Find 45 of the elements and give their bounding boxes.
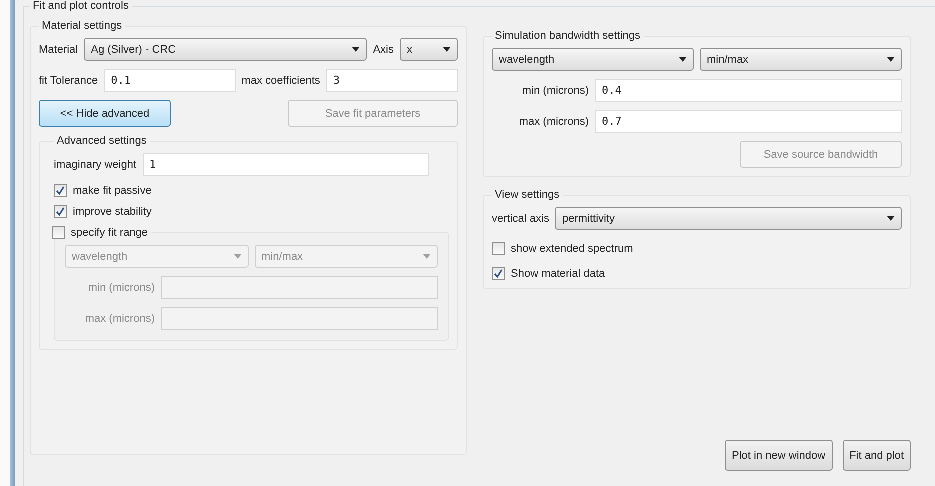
button[interactable]: Plot in new window (725, 440, 833, 471)
panel-title: Fit and plot controls (32, 0, 130, 12)
caret-icon (887, 216, 895, 221)
field-label: max (microns) (84, 312, 155, 324)
group-title: Simulation bandwidth settings (494, 30, 642, 42)
caret-icon (679, 57, 687, 62)
checkbox-label: specify fit range (71, 226, 148, 238)
checkbox[interactable] (492, 242, 505, 255)
dropdown[interactable]: wavelength (492, 48, 694, 71)
group-title: Material settings (41, 20, 124, 32)
dropdown[interactable]: x (400, 38, 458, 61)
group-title: Advanced settings (56, 135, 148, 147)
group-title: View settings (494, 189, 561, 201)
input-field[interactable]: 1 (142, 153, 429, 176)
button[interactable]: << Hide advanced (39, 100, 171, 127)
checkbox-label: make fit passive (73, 184, 152, 196)
button[interactable]: Fit and plot (842, 440, 911, 471)
field-label: max (microns) (518, 116, 589, 128)
field-label: max coefficients (242, 74, 320, 86)
checkbox-label: improve stability (73, 206, 152, 218)
caret-icon (234, 254, 242, 259)
input-field[interactable]: 0.7 (595, 110, 902, 133)
caret-icon (352, 47, 360, 52)
input-field[interactable]: 3 (326, 69, 458, 92)
field-label: vertical axis (492, 212, 550, 224)
input-field[interactable]: 0.1 (104, 69, 236, 92)
field-label: fit Tolerance (39, 74, 98, 86)
caret-icon (443, 47, 451, 52)
checkbox[interactable] (54, 184, 67, 197)
caret-icon (423, 254, 431, 259)
checkbox-label: show extended spectrum (511, 242, 634, 254)
dropdown[interactable]: min/max (700, 48, 902, 71)
caret-icon (887, 57, 895, 62)
checkbox[interactable] (54, 205, 67, 218)
checkbox[interactable] (492, 267, 505, 280)
field-label: Material (39, 44, 78, 56)
field-label: min (microns) (521, 84, 589, 96)
field-label: Axis (373, 44, 394, 56)
input-field[interactable] (161, 307, 438, 330)
field-label: imaginary weight (54, 158, 137, 170)
input-field[interactable]: 0.4 (595, 79, 902, 102)
checkbox-label: Show material data (511, 268, 606, 280)
field-label: min (microns) (87, 282, 155, 294)
dropdown[interactable]: permittivity (555, 207, 902, 230)
dropdown[interactable]: Ag (Silver) - CRC (84, 38, 368, 61)
